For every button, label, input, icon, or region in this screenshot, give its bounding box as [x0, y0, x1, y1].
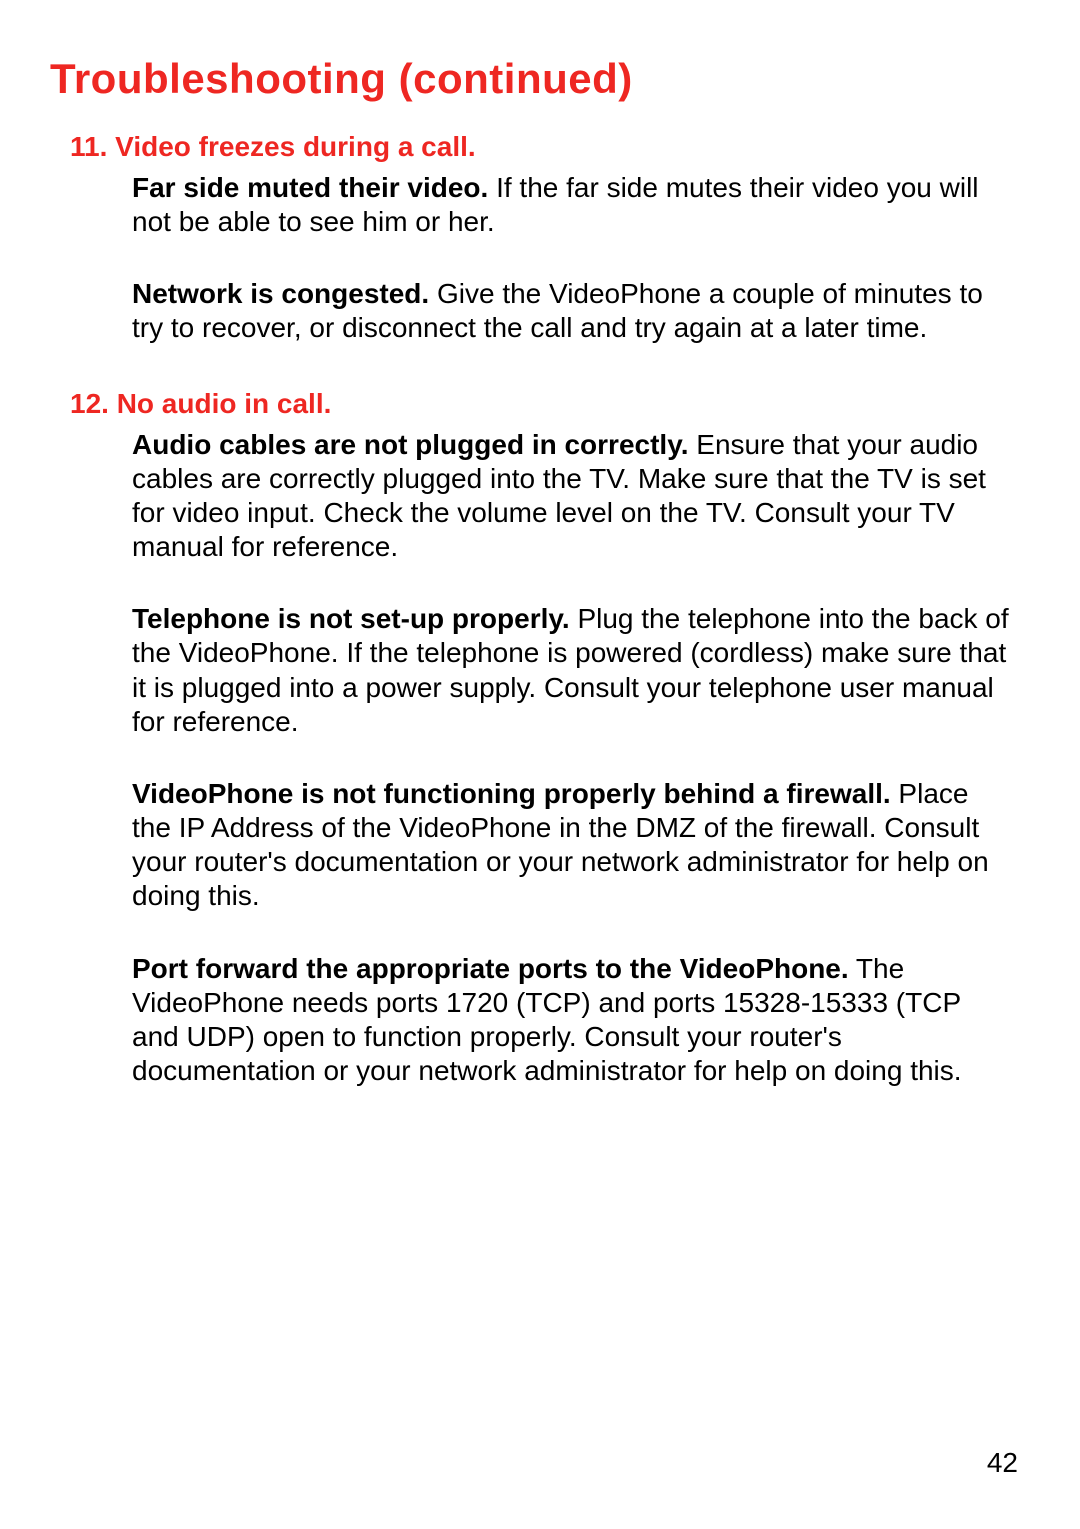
paragraph-lead: Port forward the appropriate ports to th…: [132, 953, 849, 984]
section-12-paragraph-3: VideoPhone is not functioning properly b…: [132, 777, 1010, 914]
paragraph-lead: Far side muted their video.: [132, 172, 488, 203]
paragraph-lead: Audio cables are not plugged in correctl…: [132, 429, 688, 460]
paragraph-lead: VideoPhone is not functioning properly b…: [132, 778, 891, 809]
section-12-paragraph-4: Port forward the appropriate ports to th…: [132, 952, 1010, 1089]
paragraph-lead: Telephone is not set-up properly.: [132, 603, 570, 634]
section-11-paragraph-1: Far side muted their video. If the far s…: [132, 171, 1010, 239]
section-12-paragraph-1: Audio cables are not plugged in correctl…: [132, 428, 1010, 565]
paragraph-lead: Network is congested.: [132, 278, 429, 309]
section-11-header: 11. Video freezes during a call.: [70, 131, 1030, 163]
page-number: 42: [987, 1447, 1018, 1479]
section-12-header: 12. No audio in call.: [70, 388, 1030, 420]
page-title: Troubleshooting (continued): [50, 55, 1030, 103]
section-11-paragraph-2: Network is congested. Give the VideoPhon…: [132, 277, 1010, 345]
section-12-paragraph-2: Telephone is not set-up properly. Plug t…: [132, 602, 1010, 739]
